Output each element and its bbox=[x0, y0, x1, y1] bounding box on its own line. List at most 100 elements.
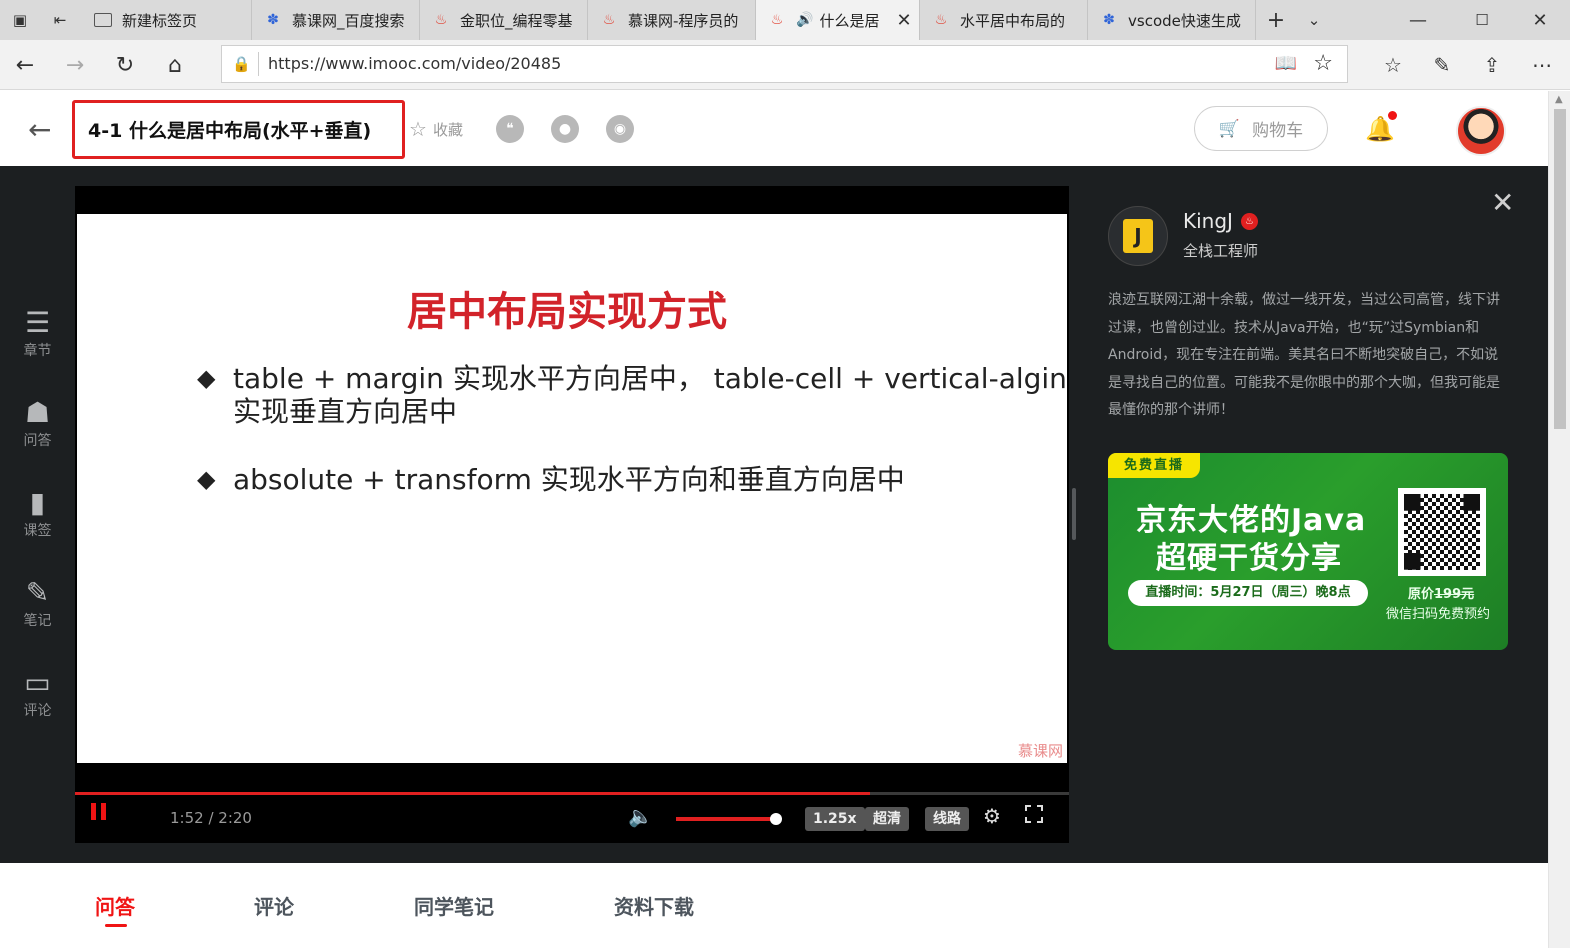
teacher-name-row: KingJ ♨ bbox=[1183, 209, 1258, 233]
live-stream-ad-banner[interactable]: 免费直播 京东大佬的Java 超硬干货分享 直播时间：5月27日（周三）晚8点 … bbox=[1108, 453, 1508, 650]
ad-scan-text: 微信扫码免费预约 bbox=[1386, 607, 1491, 622]
video-frame-slide: 居中布局实现方式 ◆ table + margin 实现水平方向居中， tabl… bbox=[77, 214, 1067, 763]
home-icon[interactable]: ⌂ bbox=[155, 45, 195, 85]
ad-headline-2: 超硬干货分享 bbox=[1156, 541, 1342, 576]
sidebar-item-label: 笔记 bbox=[23, 613, 52, 629]
window-maximize-icon[interactable]: ☐ bbox=[1462, 0, 1502, 40]
sidebar-item-qa[interactable]: ☗ 问答 bbox=[0, 396, 75, 450]
browser-tab-jinzhiwei[interactable]: ♨ 金职位_编程零基 bbox=[420, 0, 588, 40]
imooc-watermark: 慕课网 bbox=[1017, 742, 1063, 760]
teacher-name[interactable]: KingJ bbox=[1183, 209, 1233, 233]
scroll-up-icon[interactable]: ▲ bbox=[1555, 94, 1563, 105]
reading-view-icon[interactable]: 📖 bbox=[1275, 53, 1297, 74]
url-text[interactable]: https://www.imooc.com/video/20485 bbox=[268, 54, 561, 73]
forward-arrow-icon[interactable]: → bbox=[55, 45, 95, 85]
close-tab-icon[interactable]: ✕ bbox=[889, 10, 919, 31]
sidebar-item-bookmark[interactable]: ▮ 课签 bbox=[0, 486, 75, 540]
tab-comments[interactable]: 评论 bbox=[254, 891, 294, 920]
window-close-icon[interactable]: ✕ bbox=[1520, 0, 1560, 40]
share-icon[interactable]: ⇪ bbox=[1472, 45, 1512, 85]
sidebar-item-chapters[interactable]: ☰ 章节 bbox=[0, 306, 75, 360]
line-select-button[interactable]: 线路 bbox=[925, 807, 969, 831]
set-aside-tabs-icon[interactable]: ⇤ bbox=[40, 0, 80, 40]
browser-toolbar: ← → ↻ ⌂ 🔒 https://www.imooc.com/video/20… bbox=[0, 40, 1570, 90]
browser-tab-active-video[interactable]: ♨ 🔊 什么是居 ✕ bbox=[756, 0, 920, 40]
sidebar-item-label: 评论 bbox=[23, 703, 52, 719]
cart-button[interactable]: 🛒 购物车 bbox=[1194, 106, 1328, 151]
sidebar-item-notes[interactable]: ✎ 笔记 bbox=[0, 576, 75, 630]
wechat-share-icon[interactable]: ❝ bbox=[496, 115, 524, 143]
favorite-star-icon[interactable]: ☆ bbox=[1313, 51, 1333, 76]
browser-tab-new-tab[interactable]: 新建标签页 bbox=[82, 0, 252, 40]
back-arrow-icon[interactable]: ← bbox=[28, 113, 51, 146]
teacher-avatar[interactable]: J bbox=[1108, 206, 1168, 266]
ad-tag: 免费直播 bbox=[1108, 453, 1200, 478]
collect-label: 收藏 bbox=[432, 120, 463, 139]
bookmark-icon: ▮ bbox=[29, 486, 46, 519]
playback-speed-button[interactable]: 1.25x bbox=[805, 807, 865, 831]
ad-original-price: 原价199元 bbox=[1408, 587, 1475, 602]
tab-classmate-notes[interactable]: 同学笔记 bbox=[414, 891, 494, 920]
verified-badge-icon: ♨ bbox=[1240, 212, 1258, 230]
imooc-fire-icon: ♨ bbox=[934, 12, 948, 28]
scrollbar-thumb[interactable] bbox=[1554, 109, 1566, 429]
browser-tab-vscode[interactable]: ✽ vscode快速生成 bbox=[1088, 0, 1256, 40]
new-tab-plus-icon[interactable]: + bbox=[1256, 0, 1296, 40]
content-tabs: 问答 评论 同学笔记 资料下载 bbox=[0, 863, 1548, 948]
quality-button[interactable]: 超清 bbox=[865, 807, 909, 831]
course-header: ← 4-1 什么是居中布局(水平+垂直) ☆ 收藏 ❝ ● ◉ 🛒 购物车 🔔 bbox=[0, 91, 1548, 166]
sidebar-item-comments[interactable]: ▭ 评论 bbox=[0, 666, 75, 720]
cart-label: 购物车 bbox=[1252, 121, 1304, 141]
more-menu-icon[interactable]: ⋯ bbox=[1522, 45, 1562, 85]
weibo-share-icon[interactable]: ◉ bbox=[606, 115, 634, 143]
imooc-fire-icon: ♨ bbox=[770, 12, 784, 28]
address-bar[interactable]: 🔒 https://www.imooc.com/video/20485 📖 ☆ bbox=[221, 45, 1348, 83]
qq-share-icon[interactable]: ● bbox=[551, 115, 579, 143]
sidebar-item-label: 问答 bbox=[23, 433, 52, 449]
tab-list-chevron-down-icon[interactable]: ⌄ bbox=[1294, 0, 1334, 40]
pause-button[interactable] bbox=[91, 803, 106, 820]
diamond-bullet-icon: ◆ bbox=[197, 364, 216, 392]
teacher-title: 全栈工程师 bbox=[1183, 242, 1259, 260]
gear-icon[interactable]: ⚙ bbox=[983, 804, 1001, 828]
diamond-bullet-icon: ◆ bbox=[197, 465, 216, 493]
tab-label: vscode快速生成 bbox=[1128, 11, 1241, 30]
back-arrow-icon[interactable]: ← bbox=[5, 45, 45, 85]
fullscreen-icon[interactable] bbox=[1025, 805, 1043, 823]
audio-playing-icon[interactable]: 🔊 bbox=[796, 12, 813, 28]
video-controls: 1:52 / 2:20 🔈 1.25x 超清 线路 ⚙ bbox=[75, 795, 1069, 843]
window-minimize-icon[interactable]: — bbox=[1398, 0, 1438, 40]
browser-tab-imooc-home[interactable]: ♨ 慕课网-程序员的 bbox=[588, 0, 756, 40]
browser-tab-horizontal-center[interactable]: ♨ 水平居中布局的 bbox=[920, 0, 1088, 40]
notification-dot bbox=[1388, 111, 1397, 120]
close-panel-icon[interactable]: ✕ bbox=[1491, 186, 1514, 219]
browser-tab-baidu-search[interactable]: ✽ 慕课网_百度搜索 bbox=[252, 0, 420, 40]
tab-label: 慕课网_百度搜索 bbox=[292, 11, 405, 30]
baidu-paw-icon: ✽ bbox=[1103, 12, 1115, 28]
refresh-icon[interactable]: ↻ bbox=[105, 45, 145, 85]
tab-qa[interactable]: 问答 bbox=[95, 891, 135, 927]
tab-label: 什么是居 bbox=[819, 11, 880, 30]
video-player[interactable]: 居中布局实现方式 ◆ table + margin 实现水平方向居中， tabl… bbox=[75, 186, 1069, 843]
tab-actions-icon[interactable]: ▣ bbox=[0, 0, 40, 40]
notification-bell-icon[interactable]: 🔔 bbox=[1365, 111, 1397, 143]
imooc-fire-icon: ♨ bbox=[602, 12, 616, 28]
avatar[interactable] bbox=[1456, 106, 1506, 156]
pen-notes-icon[interactable]: ✎ bbox=[1422, 45, 1462, 85]
teacher-panel: ✕ J KingJ ♨ 全栈工程师 浪迹互联网江湖十余载，做过一线开发，当过公司… bbox=[1108, 166, 1528, 863]
star-icon: ☆ bbox=[409, 117, 427, 141]
panel-resize-handle[interactable] bbox=[1072, 488, 1076, 540]
page-title: 4-1 什么是居中布局(水平+垂直) bbox=[72, 100, 405, 159]
baidu-paw-icon: ✽ bbox=[267, 12, 279, 28]
volume-slider[interactable] bbox=[676, 813, 782, 825]
chapters-icon: ☰ bbox=[24, 306, 51, 339]
favorites-list-icon[interactable]: ☆ bbox=[1373, 45, 1413, 85]
ad-live-time: 直播时间：5月27日（周三）晚8点 bbox=[1128, 580, 1368, 606]
page-scrollbar[interactable]: ▲ bbox=[1548, 91, 1570, 948]
collect-button[interactable]: ☆ 收藏 bbox=[409, 117, 463, 141]
volume-knob[interactable] bbox=[770, 813, 782, 825]
volume-icon[interactable]: 🔈 bbox=[628, 804, 653, 828]
tab-downloads[interactable]: 资料下载 bbox=[614, 891, 694, 920]
qa-icon: ☗ bbox=[24, 396, 51, 429]
page-icon bbox=[94, 13, 112, 27]
